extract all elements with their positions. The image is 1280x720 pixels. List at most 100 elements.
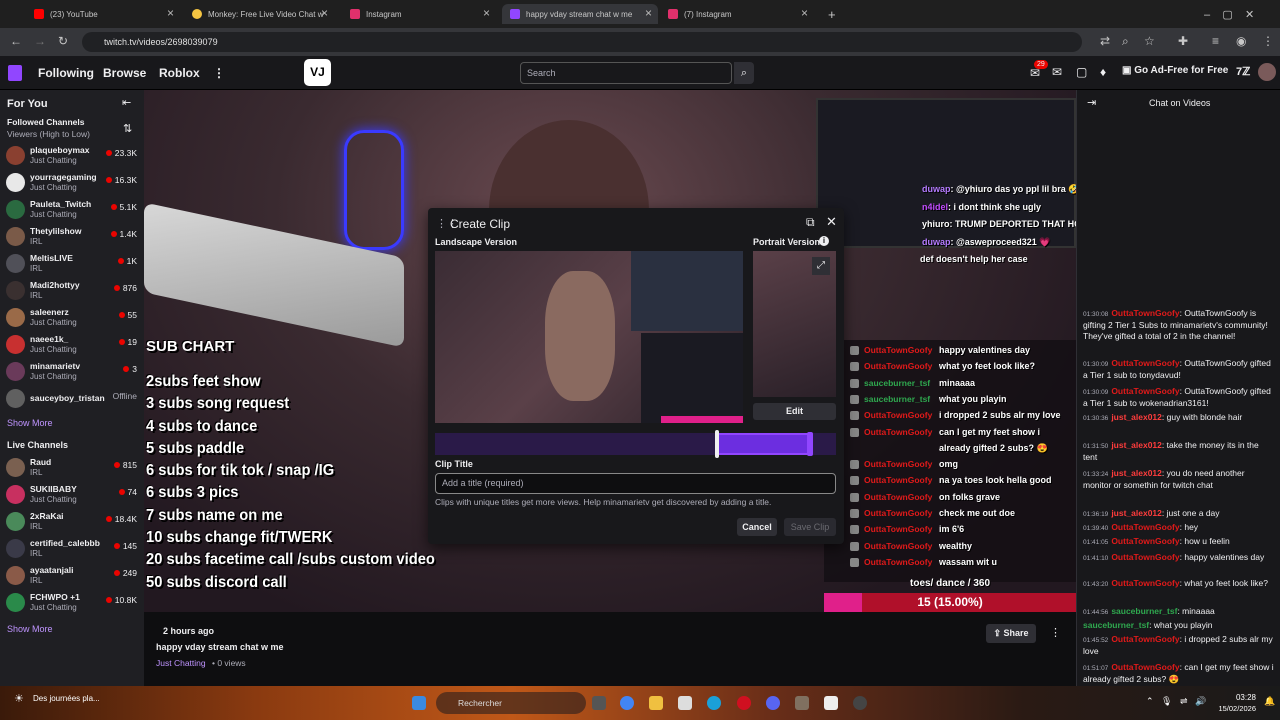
popout-icon[interactable]: ⧉ (806, 215, 815, 230)
sort-icon[interactable]: ⇅ (123, 122, 132, 135)
chat-username[interactable]: just_alex012 (1111, 468, 1162, 478)
url-field[interactable]: twitch.tv/videos/2698039079 (82, 32, 1082, 52)
more-icon[interactable]: ⋮ (213, 66, 225, 80)
show-more-followed[interactable]: Show More (7, 418, 53, 428)
category-link[interactable]: Just Chatting (156, 658, 206, 668)
expand-chat-icon[interactable]: ⇥ (1087, 96, 1096, 109)
back-icon[interactable]: ← (10, 34, 22, 48)
media-icon[interactable]: ≡ (1212, 34, 1219, 48)
sidebar-channel[interactable]: FCHWPO +1 Just Chatting 10.8K (6, 589, 140, 615)
info-icon[interactable]: i (819, 236, 829, 246)
tab-twitch-active[interactable]: happy vday stream chat w me × (502, 4, 658, 24)
sidebar-channel[interactable]: ayaatanjali IRL 249 (6, 562, 140, 588)
opera-icon[interactable] (737, 696, 751, 710)
sidebar-channel[interactable]: MeltisLIVE IRL 1K (6, 250, 140, 276)
sidebar-channel[interactable]: Pauleta_Twitch Just Chatting 5.1K (6, 196, 140, 222)
close-icon[interactable]: × (801, 6, 808, 20)
close-icon[interactable]: ✕ (826, 214, 837, 230)
expand-icon[interactable]: ⤢ (812, 257, 830, 275)
cancel-button[interactable]: Cancel (737, 518, 777, 536)
sidebar-channel[interactable]: yourragegaming Just Chatting 16.3K (6, 169, 140, 195)
reload-icon[interactable]: ↻ (58, 34, 68, 48)
chat-username[interactable]: just_alex012 (1111, 412, 1162, 422)
landscape-preview[interactable] (435, 251, 743, 423)
chat-username[interactable]: OuttaTownGoofy (1111, 522, 1179, 532)
chat-username[interactable]: OuttaTownGoofy (1111, 662, 1179, 672)
bits-icon[interactable]: 7ℤ (1236, 65, 1250, 78)
app-icon[interactable] (795, 696, 809, 710)
nav-roblox[interactable]: Roblox (159, 66, 200, 80)
tab-instagram-2[interactable]: (7) Instagram × (660, 4, 814, 24)
chat-username[interactable]: sauceburner_tsf (1111, 606, 1177, 616)
chrome-icon[interactable] (620, 696, 634, 710)
sidebar-channel[interactable]: minamarietv Just Chatting 3 (6, 358, 140, 384)
sidebar-channel[interactable]: Madi2hottyy IRL 876 (6, 277, 140, 303)
sidebar-channel[interactable]: Thetylilshow IRL 1.4K (6, 223, 140, 249)
extensions-icon[interactable]: ✚ (1178, 34, 1188, 48)
tab-youtube[interactable]: (23) YouTube × (26, 4, 180, 24)
tab-monkey[interactable]: Monkey: Free Live Video Chat w × (184, 4, 334, 24)
nav-browse[interactable]: Browse (103, 66, 146, 80)
profile-icon[interactable]: ◉ (1236, 34, 1246, 48)
chat-username[interactable]: OuttaTownGoofy (1111, 358, 1179, 368)
taskbar-search[interactable]: Rechercher (436, 692, 586, 714)
sidebar-channel[interactable]: Raud IRL 815 (6, 454, 140, 480)
clip-title-input[interactable]: Add a title (required) (435, 473, 836, 494)
zoom-icon[interactable]: ⌕ (1122, 34, 1129, 49)
sidebar-channel[interactable]: sauceyboy_tristan Offline (6, 385, 140, 411)
collapse-icon[interactable]: ⇤ (122, 96, 131, 109)
star-icon[interactable]: ☆ (1144, 34, 1155, 48)
notepad-icon[interactable] (824, 696, 838, 710)
tray-icons[interactable]: ⌃ 🎙 ⇌ 🔊 (1146, 696, 1206, 707)
clip-timeline[interactable] (435, 430, 836, 458)
close-icon[interactable]: × (167, 6, 174, 20)
start-icon[interactable] (412, 696, 426, 710)
share-button[interactable]: ⇪ Share (986, 624, 1036, 643)
timeline-handle-end[interactable] (807, 432, 813, 456)
explorer-icon[interactable] (649, 696, 663, 710)
sidebar-channel[interactable]: 2xRaKai IRL 18.4K (6, 508, 140, 534)
portrait-preview[interactable]: ⤢ (753, 251, 836, 397)
edit-button[interactable]: Edit (753, 403, 836, 420)
twitch-logo-icon[interactable] (8, 65, 22, 81)
sidebar-channel[interactable]: plaqueboymax Just Chatting 23.3K (6, 142, 140, 168)
forward-icon[interactable]: → (34, 34, 46, 48)
chat-username[interactable]: OuttaTownGoofy (1111, 308, 1179, 318)
nav-following[interactable]: Following (38, 66, 94, 80)
chat-username[interactable]: OuttaTownGoofy (1111, 386, 1179, 396)
chat-username[interactable]: just_alex012 (1111, 508, 1162, 518)
ad-free-button[interactable]: ▣ Go Ad-Free for Free (1122, 65, 1228, 76)
translate-icon[interactable]: ⇄ (1100, 34, 1110, 48)
extension-logo-icon[interactable]: VJ (304, 59, 331, 86)
prime-icon[interactable]: ♦ (1100, 65, 1106, 79)
close-icon[interactable]: × (645, 6, 652, 20)
chat-username[interactable]: just_alex012 (1111, 440, 1162, 450)
chat-username[interactable]: OuttaTownGoofy (1111, 552, 1179, 562)
close-icon[interactable]: × (483, 6, 490, 20)
sidebar-channel[interactable]: saleenerz Just Chatting 55 (6, 304, 140, 330)
avatar[interactable] (1258, 63, 1276, 81)
chat-username[interactable]: OuttaTownGoofy (1111, 634, 1179, 644)
store-icon[interactable] (678, 696, 692, 710)
whispers-icon[interactable]: ▢ (1076, 65, 1087, 79)
chat-username[interactable]: sauceburner_tsf (1083, 620, 1149, 630)
chat-username[interactable]: OuttaTownGoofy (1111, 578, 1179, 588)
show-more-live[interactable]: Show More (7, 624, 53, 634)
task-view-icon[interactable] (592, 696, 606, 710)
menu-icon[interactable]: ⋮ (1262, 34, 1274, 48)
timeline-handle-start[interactable] (715, 430, 719, 458)
search-input[interactable]: Search (520, 62, 732, 84)
new-tab-button[interactable]: + (820, 4, 840, 24)
save-clip-button[interactable]: Save Clip (784, 518, 836, 536)
obs-icon[interactable] (853, 696, 867, 710)
chat-username[interactable]: OuttaTownGoofy (1111, 536, 1179, 546)
sidebar-channel[interactable]: certified_calebbb IRL 145 (6, 535, 140, 561)
sidebar-channel[interactable]: SUKIIBABY Just Chatting 74 (6, 481, 140, 507)
clip-range[interactable] (717, 433, 809, 455)
tab-instagram[interactable]: Instagram × (342, 4, 496, 24)
notification-icon[interactable]: 🔔 (1264, 696, 1275, 707)
search-icon[interactable]: ⌕ (734, 62, 754, 84)
mail-icon[interactable]: ✉ (1052, 65, 1062, 79)
edge-icon[interactable] (707, 696, 721, 710)
weather-icon[interactable]: ☀ (14, 692, 24, 705)
